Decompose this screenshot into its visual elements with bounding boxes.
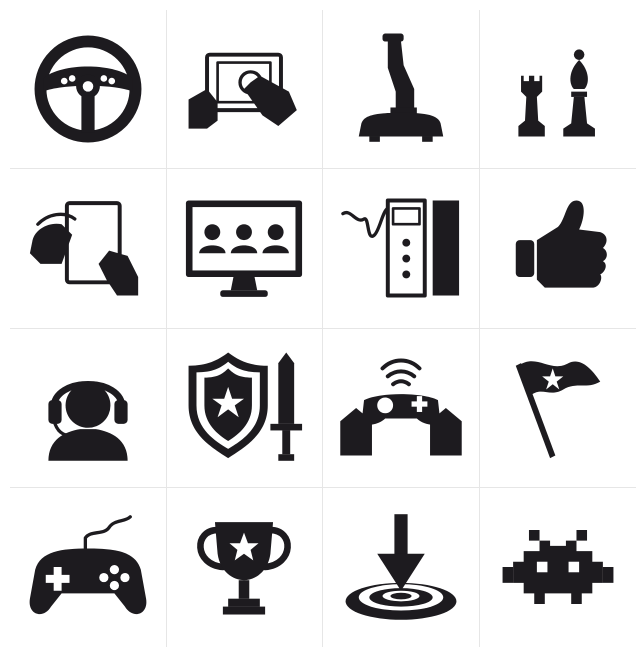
cell-trophy	[167, 487, 323, 647]
cell-chess-pieces	[479, 10, 636, 170]
cell-headset-gamer	[10, 328, 167, 488]
icon-sheet	[0, 0, 639, 651]
gamepad-icon	[29, 515, 147, 615]
cell-gamepad	[10, 487, 167, 647]
cell-target-arrow	[323, 487, 480, 647]
cell-joystick	[323, 10, 480, 170]
cell-arcade-cabinet	[323, 169, 480, 329]
joystick-icon	[358, 33, 443, 142]
cell-tablet-touch	[166, 10, 323, 170]
steering-wheel-icon	[34, 35, 142, 143]
cell-shield-sword	[166, 328, 323, 488]
cell-tablet-swipe	[10, 169, 167, 329]
cell-thumbs-up	[479, 169, 636, 329]
target-arrow-icon	[345, 514, 457, 621]
cell-monitor-players	[166, 169, 323, 329]
monitor-players-icon	[186, 200, 303, 298]
tablet-swipe-icon	[29, 201, 138, 296]
tablet-touch-icon	[188, 52, 298, 129]
chess-pieces-icon	[518, 49, 595, 137]
cell-wireless-controller	[323, 328, 480, 488]
star-flag-icon	[515, 360, 600, 458]
trophy-icon	[197, 522, 292, 615]
cell-star-flag	[479, 329, 636, 488]
cell-steering-wheel	[10, 10, 167, 170]
shield-sword-icon	[188, 352, 303, 461]
cell-space-invader	[480, 488, 637, 647]
space-invader-icon	[502, 530, 614, 605]
icon-grid	[10, 10, 636, 647]
thumbs-up-icon	[515, 200, 607, 288]
wireless-controller-icon	[340, 358, 462, 456]
headset-gamer-icon	[48, 380, 128, 461]
arcade-cabinet-icon	[341, 198, 459, 298]
